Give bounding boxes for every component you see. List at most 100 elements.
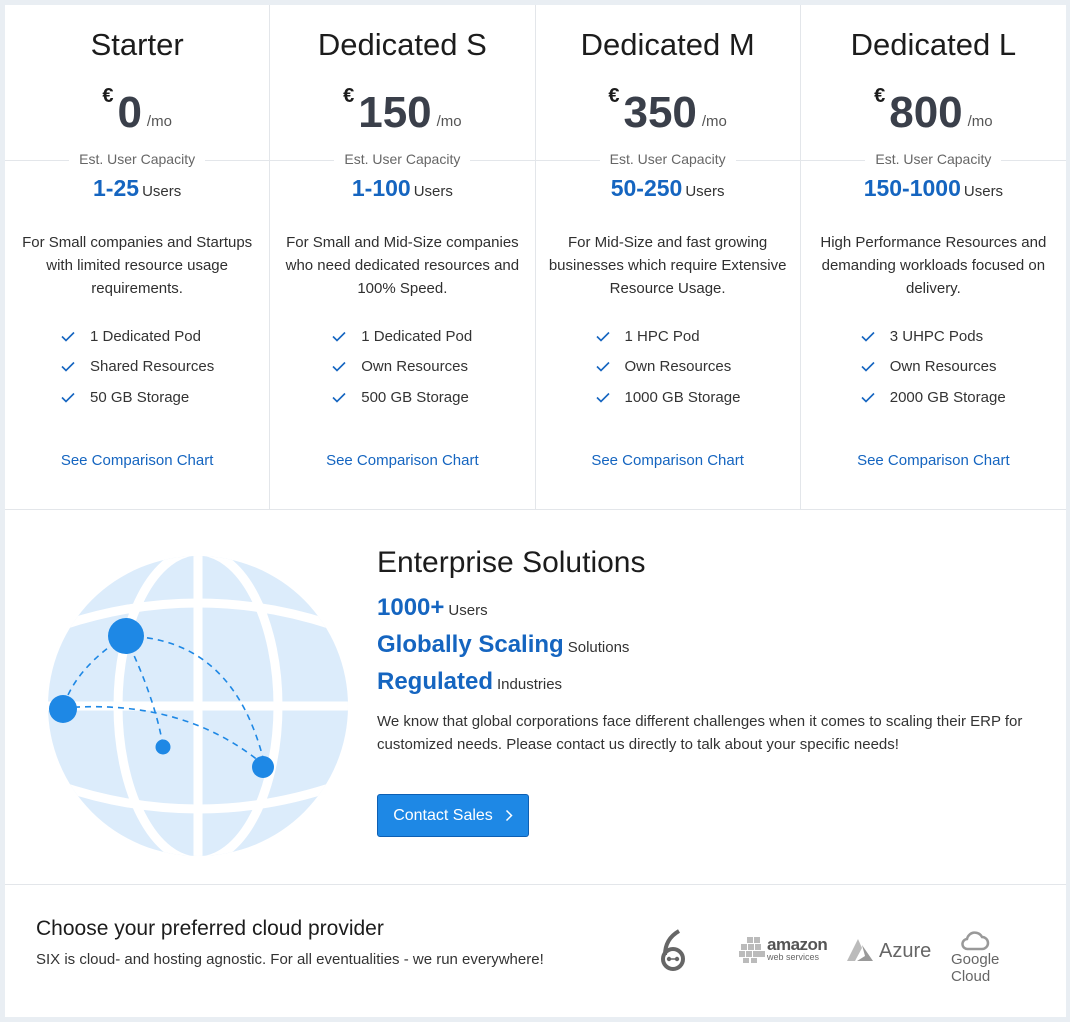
price-amount: 350: [623, 88, 697, 137]
capacity-divider: Est. User Capacity: [800, 151, 1066, 171]
currency-symbol: €: [608, 85, 620, 107]
plan-price: € 150 /mo: [270, 83, 534, 135]
feature-item: 1 Dedicated Pod: [332, 321, 472, 352]
feature-text: 1 HPC Pod: [624, 327, 700, 345]
feature-text: 1 Dedicated Pod: [361, 327, 473, 345]
feature-list: 1 Dedicated Pod Shared Resources 50 GB S…: [61, 321, 214, 413]
feature-item: 3 UHPC Pods: [861, 321, 1006, 352]
aws-sub-text: web services: [767, 952, 820, 962]
cloud-subtitle: SIX is cloud- and hosting agnostic. For …: [36, 951, 544, 968]
azure-logo: Azure: [845, 939, 931, 963]
plan-description: For Small and Mid-Size companies who nee…: [285, 234, 520, 297]
enterprise-description: We know that global corporations face di…: [377, 713, 1023, 753]
highlight-label: Users: [448, 602, 488, 619]
user-capacity: 1-100 Users: [270, 175, 534, 202]
capacity-label: Est. User Capacity: [865, 151, 1002, 167]
feature-item: 500 GB Storage: [332, 382, 472, 413]
plan-price: € 800 /mo: [801, 83, 1066, 135]
highlight-value: Globally Scaling: [377, 631, 564, 658]
comparison-chart-link[interactable]: See Comparison Chart: [5, 452, 269, 469]
enterprise-section: Enterprise Solutions 1000+ Users Globally…: [5, 510, 1066, 885]
feature-item: Own Resources: [861, 352, 1006, 383]
google-cloud-logo: Google Cloud: [951, 931, 999, 985]
feature-text: 1000 GB Storage: [624, 388, 741, 406]
comparison-chart-link[interactable]: See Comparison Chart: [536, 452, 800, 469]
plan-description: For Small companies and Startups with li…: [22, 234, 253, 297]
globe-network-icon: [35, 538, 365, 863]
check-icon: [595, 331, 612, 342]
user-capacity: 50-250 Users: [536, 175, 800, 202]
contact-sales-label: Contact Sales: [393, 806, 493, 824]
plan-name: Dedicated M: [580, 27, 755, 62]
cloud-title: Choose your preferred cloud provider: [36, 917, 384, 940]
capacity-label: Est. User Capacity: [334, 151, 471, 167]
feature-item: Shared Resources: [61, 352, 214, 383]
plan-price: € 350 /mo: [536, 83, 800, 135]
capacity-label: Est. User Capacity: [69, 151, 206, 167]
check-icon: [332, 331, 348, 342]
feature-item: 1 Dedicated Pod: [61, 321, 214, 352]
capacity-divider: Est. User Capacity: [5, 151, 270, 171]
plan-price: € 0 /mo: [5, 83, 269, 135]
enterprise-highlight: Regulated Industries: [377, 668, 562, 696]
users-label: Users: [142, 183, 182, 200]
check-icon: [61, 361, 77, 372]
cloud-provider-section: Choose your preferred cloud provider SIX…: [5, 885, 1066, 1017]
plans-row: Starter € 0 /mo Est. User Capacity 1-25 U…: [5, 5, 1066, 510]
feature-item: Own Resources: [332, 352, 472, 383]
feature-text: 500 GB Storage: [361, 388, 469, 406]
pricing-page: Starter € 0 /mo Est. User Capacity 1-25 U…: [5, 5, 1066, 1017]
users-range: 1-100: [351, 175, 411, 201]
highlight-value: 1000+: [377, 594, 445, 621]
users-label: Users: [963, 183, 1004, 200]
feature-item: 50 GB Storage: [61, 382, 214, 413]
plan-description: High Performance Resources and demanding…: [820, 234, 1047, 297]
users-range: 150-1000: [863, 175, 961, 201]
feature-text: Own Resources: [361, 358, 468, 376]
plan-name: Dedicated S: [317, 27, 487, 62]
user-capacity: 150-1000 Users: [801, 175, 1066, 202]
plan-card-dedicated-s: Dedicated S € 150 /mo Est. User Capacity…: [270, 5, 536, 510]
feature-text: 1 Dedicated Pod: [90, 327, 201, 345]
feature-text: 2000 GB Storage: [889, 388, 1006, 406]
feature-text: 50 GB Storage: [90, 388, 190, 406]
highlight-label: Solutions: [567, 639, 630, 656]
plan-card-starter: Starter € 0 /mo Est. User Capacity 1-25 U…: [5, 5, 271, 510]
feature-item: Own Resources: [595, 352, 741, 383]
plan-name: Starter: [90, 27, 184, 62]
price-amount: 800: [889, 88, 963, 137]
capacity-divider: Est. User Capacity: [270, 151, 535, 171]
contact-sales-button[interactable]: Contact Sales: [377, 794, 529, 837]
price-unit: /mo: [436, 113, 462, 130]
feature-item: 1 HPC Pod: [595, 321, 741, 352]
enterprise-highlight: 1000+ Users: [377, 594, 488, 622]
capacity-divider: Est. User Capacity: [535, 151, 800, 171]
currency-symbol: €: [874, 85, 886, 107]
plan-card-dedicated-m: Dedicated M € 350 /mo Est. User Capacity…: [535, 5, 801, 510]
check-icon: [861, 361, 877, 372]
enterprise-title: Enterprise Solutions: [377, 546, 646, 579]
check-icon: [61, 331, 77, 342]
feature-text: Own Resources: [889, 358, 997, 376]
six-logo: [655, 929, 691, 973]
comparison-chart-link[interactable]: See Comparison Chart: [270, 452, 534, 469]
plan-card-dedicated-l: Dedicated L € 800 /mo Est. User Capacity…: [800, 5, 1066, 510]
chevron-right-icon: [505, 809, 513, 822]
feature-text: 3 UHPC Pods: [889, 327, 984, 345]
feature-item: 1000 GB Storage: [595, 382, 741, 413]
check-icon: [595, 392, 612, 403]
check-icon: [61, 392, 77, 403]
feature-text: Shared Resources: [90, 358, 215, 376]
check-icon: [332, 361, 348, 372]
highlight-value: Regulated: [377, 668, 494, 695]
comparison-chart-link[interactable]: See Comparison Chart: [801, 452, 1066, 469]
users-label: Users: [413, 183, 453, 200]
check-icon: [861, 392, 877, 403]
feature-item: 2000 GB Storage: [861, 382, 1006, 413]
price-unit: /mo: [967, 113, 993, 130]
price-unit: /mo: [146, 113, 172, 130]
highlight-label: Industries: [497, 676, 563, 693]
plan-description: For Mid-Size and fast growing businesses…: [548, 234, 787, 297]
aws-logo: amazon web services: [739, 936, 828, 963]
feature-list: 1 HPC Pod Own Resources 1000 GB Storage: [595, 321, 741, 413]
